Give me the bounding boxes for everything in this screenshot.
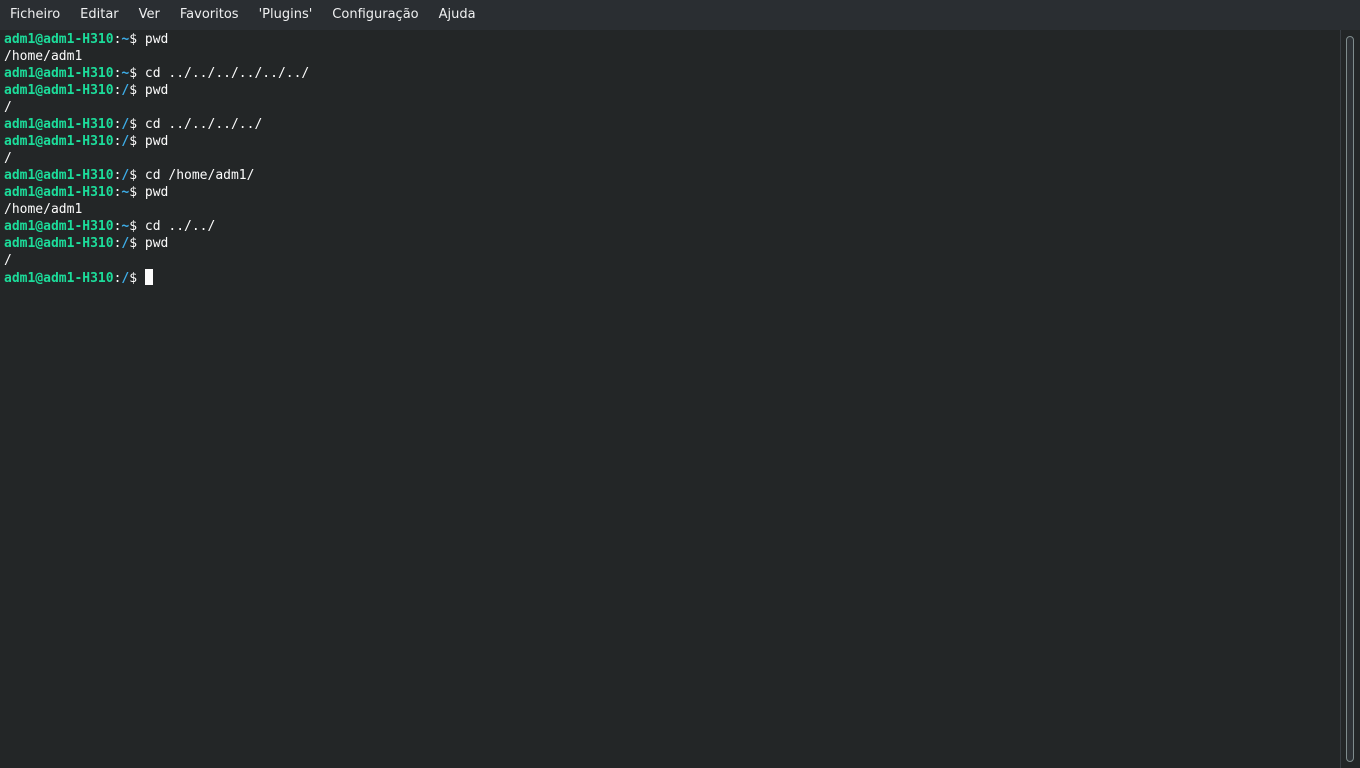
prompt-user-host: adm1@adm1-H310 bbox=[4, 236, 114, 251]
command-text: cd /home/adm1/ bbox=[144, 168, 255, 183]
prompt-symbol: $ bbox=[129, 185, 145, 200]
prompt-symbol: $ bbox=[129, 271, 145, 286]
prompt-line: adm1@adm1-H310:/$ cd ../../../../ bbox=[4, 116, 1340, 133]
terminal-output[interactable]: adm1@adm1-H310:~$ pwd/home/adm1 adm1@adm1… bbox=[0, 30, 1340, 768]
prompt-line: adm1@adm1-H310:/$ bbox=[4, 269, 1340, 286]
menu-ajuda[interactable]: Ajuda bbox=[429, 0, 486, 30]
prompt-line: adm1@adm1-H310:~$ pwd bbox=[4, 184, 1340, 201]
prompt-user-host: adm1@adm1-H310 bbox=[4, 185, 114, 200]
scrollbar-thumb[interactable] bbox=[1346, 36, 1354, 762]
menu-configuracao[interactable]: Configuração bbox=[322, 0, 428, 30]
prompt-symbol: $ bbox=[129, 134, 145, 149]
prompt-symbol: $ bbox=[129, 32, 145, 47]
prompt-line: adm1@adm1-H310:~$ cd ../../ bbox=[4, 218, 1340, 235]
output-line: /home/adm1 bbox=[4, 48, 1340, 65]
prompt-line: adm1@adm1-H310:/$ pwd bbox=[4, 133, 1340, 150]
command-text: cd ../../ bbox=[144, 219, 216, 234]
menu-bar: Ficheiro Editar Ver Favoritos 'Plugins' Confi… bbox=[0, 0, 1360, 30]
prompt-user-host: adm1@adm1-H310 bbox=[4, 219, 114, 234]
output-line: / bbox=[4, 252, 1340, 269]
output-line: /home/adm1 bbox=[4, 201, 1340, 218]
prompt-line: adm1@adm1-H310:~$ cd ../../../../../../ bbox=[4, 65, 1340, 82]
terminal-window: Ficheiro Editar Ver Favoritos 'Plugins' Confi… bbox=[0, 0, 1360, 768]
prompt-line: adm1@adm1-H310:/$ pwd bbox=[4, 235, 1340, 252]
output-line: / bbox=[4, 99, 1340, 116]
command-text: pwd bbox=[144, 83, 169, 98]
output-text: / bbox=[4, 100, 12, 115]
prompt-user-host: adm1@adm1-H310 bbox=[4, 271, 114, 286]
command-text: pwd bbox=[144, 32, 169, 47]
command-text: cd ../../../../ bbox=[144, 117, 263, 132]
prompt-line: adm1@adm1-H310:/$ cd /home/adm1/ bbox=[4, 167, 1340, 184]
prompt-user-host: adm1@adm1-H310 bbox=[4, 168, 114, 183]
menu-favoritos[interactable]: Favoritos bbox=[170, 0, 249, 30]
command-text: pwd bbox=[144, 134, 169, 149]
menu-plugins[interactable]: 'Plugins' bbox=[249, 0, 323, 30]
prompt-user-host: adm1@adm1-H310 bbox=[4, 117, 114, 132]
command-text: cd ../../../../../../ bbox=[144, 66, 310, 81]
menu-editar[interactable]: Editar bbox=[70, 0, 129, 30]
menu-ver[interactable]: Ver bbox=[129, 0, 170, 30]
command-text: pwd bbox=[144, 236, 169, 251]
prompt-symbol: $ bbox=[129, 236, 145, 251]
output-text: / bbox=[4, 151, 12, 166]
output-text: / bbox=[4, 253, 12, 268]
vertical-scrollbar[interactable] bbox=[1340, 30, 1360, 768]
prompt-line: adm1@adm1-H310:/$ pwd bbox=[4, 82, 1340, 99]
output-text: /home/adm1 bbox=[4, 202, 83, 217]
command-text: pwd bbox=[144, 185, 169, 200]
prompt-symbol: $ bbox=[129, 66, 145, 81]
output-text: /home/adm1 bbox=[4, 49, 83, 64]
prompt-symbol: $ bbox=[129, 168, 145, 183]
output-line: / bbox=[4, 150, 1340, 167]
prompt-symbol: $ bbox=[129, 219, 145, 234]
prompt-user-host: adm1@adm1-H310 bbox=[4, 134, 114, 149]
prompt-symbol: $ bbox=[129, 117, 145, 132]
menu-ficheiro[interactable]: Ficheiro bbox=[0, 0, 70, 30]
prompt-symbol: $ bbox=[129, 83, 145, 98]
prompt-user-host: adm1@adm1-H310 bbox=[4, 83, 114, 98]
prompt-user-host: adm1@adm1-H310 bbox=[4, 66, 114, 81]
prompt-user-host: adm1@adm1-H310 bbox=[4, 32, 114, 47]
prompt-line: adm1@adm1-H310:~$ pwd bbox=[4, 31, 1340, 48]
text-cursor bbox=[144, 269, 153, 285]
